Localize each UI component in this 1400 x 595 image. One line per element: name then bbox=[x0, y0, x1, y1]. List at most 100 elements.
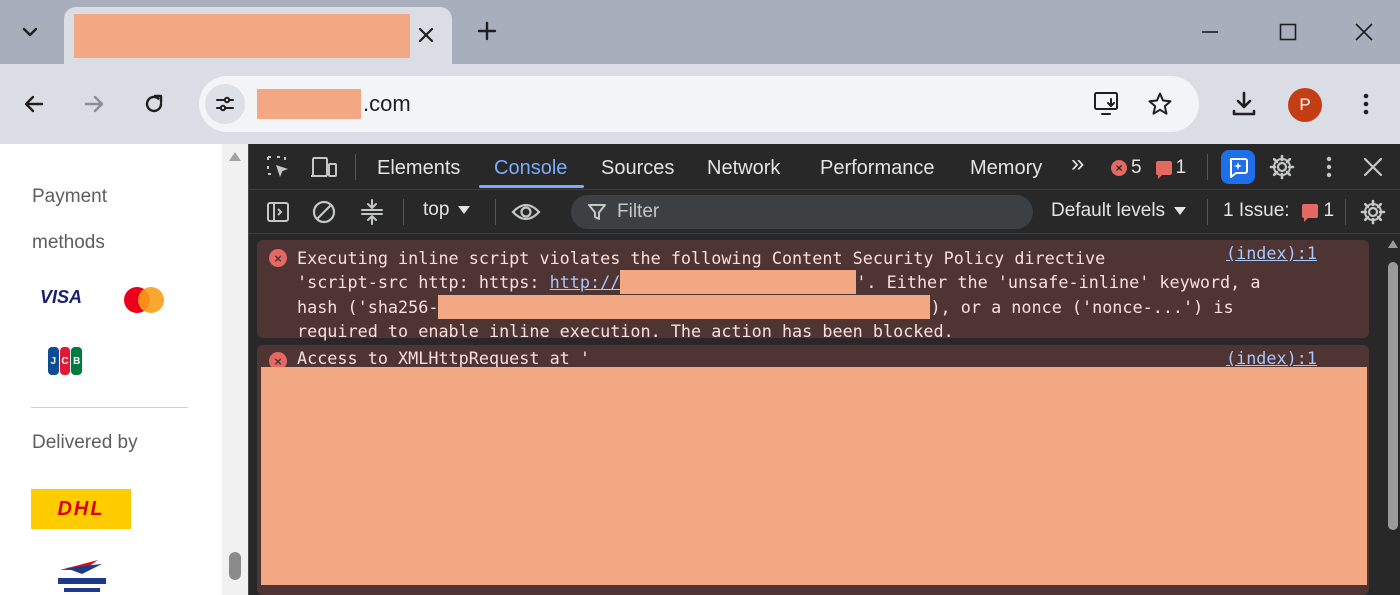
devtools-settings-button[interactable] bbox=[1267, 152, 1297, 182]
issue-flag-icon bbox=[1155, 161, 1172, 179]
tab-performance[interactable]: Performance bbox=[820, 156, 935, 180]
scroll-up-arrow[interactable] bbox=[1388, 240, 1398, 248]
tab-elements[interactable]: Elements bbox=[377, 156, 460, 180]
eye-icon bbox=[511, 203, 541, 221]
levels-label: Default levels bbox=[1051, 200, 1166, 221]
message-line: Executing inline script violates the fol… bbox=[297, 248, 1106, 268]
redacted-hash bbox=[438, 294, 931, 319]
forward-button[interactable] bbox=[74, 84, 114, 124]
inspect-element-button[interactable] bbox=[263, 152, 293, 182]
tab-memory[interactable]: Memory bbox=[970, 156, 1042, 180]
filter-icon bbox=[588, 204, 606, 220]
close-devtools-button[interactable] bbox=[1358, 152, 1388, 182]
console-filter-input[interactable]: Filter bbox=[571, 195, 1033, 229]
csp-url-link[interactable]: http:// bbox=[550, 272, 621, 292]
minimize-button[interactable] bbox=[1190, 14, 1230, 50]
clear-console-button[interactable] bbox=[309, 197, 339, 227]
live-expression-button[interactable] bbox=[511, 197, 541, 227]
console-output: × Executing inline script violates the f… bbox=[249, 234, 1400, 595]
error-counter[interactable]: × 5 1 bbox=[1111, 156, 1186, 180]
log-levels-dropdown[interactable]: Default levels bbox=[1051, 200, 1187, 222]
ai-assistance-button[interactable] bbox=[1221, 150, 1255, 184]
install-app-icon bbox=[1094, 92, 1118, 115]
collapse-icon bbox=[361, 199, 383, 225]
message-source-link[interactable]: (index):1 bbox=[1226, 241, 1317, 265]
bookmark-button[interactable] bbox=[1144, 88, 1176, 120]
browser-toolbar: .com P bbox=[0, 64, 1400, 144]
arrow-right-icon bbox=[84, 95, 104, 113]
maximize-icon bbox=[1279, 23, 1297, 41]
device-toggle-icon bbox=[311, 157, 337, 177]
star-icon bbox=[1148, 92, 1172, 115]
console-message-text: Executing inline script violates the fol… bbox=[297, 246, 1260, 343]
error-icon: × bbox=[1111, 160, 1127, 176]
dhl-logo: DHL bbox=[31, 489, 131, 529]
issues-button[interactable]: 1 Issue: 1 bbox=[1223, 200, 1334, 222]
new-tab-button[interactable] bbox=[470, 14, 504, 48]
active-tab-indicator bbox=[479, 185, 584, 188]
delivered-by-heading: Delivered by bbox=[32, 432, 138, 453]
tab-close-button[interactable] bbox=[412, 21, 440, 49]
message-line: 'script-src http: https: bbox=[297, 272, 550, 293]
issues-label: 1 Issue: bbox=[1223, 200, 1290, 221]
toolbar-separator bbox=[1207, 154, 1208, 180]
device-toolbar-button[interactable] bbox=[309, 152, 339, 182]
console-scrollbar[interactable] bbox=[1385, 234, 1400, 595]
console-settings-button[interactable] bbox=[1358, 197, 1388, 227]
redacted-region bbox=[261, 367, 1367, 585]
window-close-button[interactable] bbox=[1344, 14, 1384, 50]
tab-network[interactable]: Network bbox=[707, 156, 780, 180]
arrow-left-icon bbox=[24, 95, 44, 113]
devtools-panel: Elements Console Sources Network Perform… bbox=[248, 144, 1400, 595]
toolbar-separator bbox=[403, 199, 404, 225]
gear-icon bbox=[1360, 199, 1386, 225]
reload-icon bbox=[145, 94, 163, 113]
jcb-logo: J C B bbox=[48, 347, 83, 375]
tab-console[interactable]: Console bbox=[494, 156, 567, 180]
more-vertical-icon bbox=[1363, 93, 1369, 115]
context-selector[interactable]: top bbox=[423, 199, 471, 221]
issue-flag-icon bbox=[1301, 204, 1318, 222]
tune-icon bbox=[216, 96, 234, 112]
browser-menu-button[interactable] bbox=[1346, 84, 1386, 124]
collapse-groups-button[interactable] bbox=[357, 197, 387, 227]
tab-sources[interactable]: Sources bbox=[601, 156, 674, 180]
message-line: ), or a nonce ('nonce-...') is bbox=[930, 296, 1234, 317]
tab-search-button[interactable] bbox=[12, 14, 48, 50]
payment-methods-heading: Payment methods bbox=[32, 186, 107, 253]
more-vertical-icon bbox=[1326, 156, 1332, 178]
browser-tab[interactable] bbox=[64, 7, 452, 64]
ai-assistance-icon bbox=[1229, 158, 1248, 178]
error-count: 5 bbox=[1131, 157, 1142, 178]
chevron-down-icon bbox=[22, 27, 38, 37]
devtools-menu-button[interactable] bbox=[1314, 152, 1344, 182]
close-icon bbox=[1363, 157, 1383, 177]
reload-button[interactable] bbox=[134, 84, 174, 124]
show-sidebar-button[interactable] bbox=[263, 197, 293, 227]
address-bar[interactable]: .com bbox=[199, 76, 1199, 132]
install-app-button[interactable] bbox=[1091, 88, 1123, 120]
scroll-up-arrow[interactable] bbox=[229, 152, 241, 161]
close-icon bbox=[418, 27, 434, 43]
visa-logo: VISA bbox=[40, 287, 83, 307]
back-button[interactable] bbox=[14, 84, 54, 124]
web-page-viewport: Payment methods VISA J C B Delivered by … bbox=[0, 144, 248, 595]
more-tabs-chevron-icon[interactable]: » bbox=[1071, 152, 1084, 176]
page-scrollbar[interactable] bbox=[222, 144, 248, 595]
console-scroll-thumb[interactable] bbox=[1388, 262, 1398, 530]
profile-avatar[interactable]: P bbox=[1288, 88, 1322, 122]
page-scroll-thumb[interactable] bbox=[229, 552, 241, 580]
minimize-icon bbox=[1202, 31, 1218, 33]
maximize-button[interactable] bbox=[1268, 14, 1308, 50]
message-line: '. Either the 'unsafe-inline' keyword, a bbox=[856, 272, 1261, 293]
tab-title bbox=[74, 14, 410, 58]
site-info-button[interactable] bbox=[205, 84, 245, 124]
inspect-icon bbox=[267, 156, 288, 177]
console-toolbar: top Filter Default levels 1 Issue: 1 bbox=[249, 190, 1400, 234]
downloads-button[interactable] bbox=[1224, 84, 1264, 124]
toolbar-separator bbox=[1207, 199, 1208, 225]
issues-count: 1 bbox=[1323, 200, 1335, 221]
issue-count: 1 bbox=[1175, 157, 1187, 178]
gear-icon bbox=[1269, 154, 1295, 180]
devtools-tab-bar: Elements Console Sources Network Perform… bbox=[249, 144, 1400, 190]
